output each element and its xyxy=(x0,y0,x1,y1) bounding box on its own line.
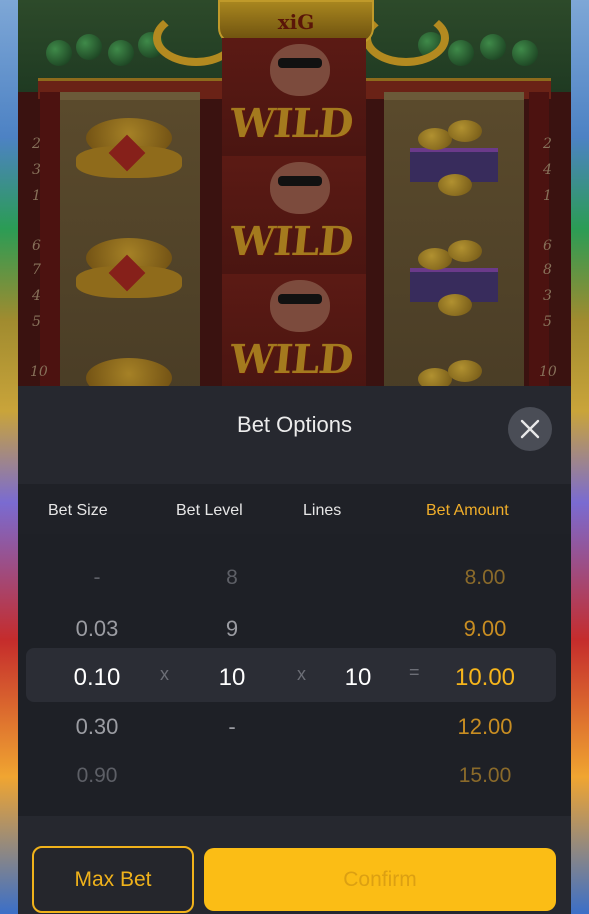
multiply-operator: x xyxy=(297,664,306,684)
bet-level-selected[interactable]: 10 xyxy=(187,664,277,692)
payline-number: 6 xyxy=(32,238,41,254)
bet-level-option[interactable]: 8 xyxy=(187,566,277,590)
reel-middle: WILD WILD WILD xyxy=(222,38,366,386)
wild-label: WILD xyxy=(227,336,355,383)
bet-amount-option[interactable]: 12.00 xyxy=(440,714,530,740)
bet-amount-option[interactable]: 9.00 xyxy=(440,616,530,642)
payline-number: 6 xyxy=(543,238,552,254)
column-header-bet-amount: Bet Amount xyxy=(426,502,509,519)
payline-number: 8 xyxy=(543,262,552,278)
payline-number: 2 xyxy=(543,136,552,152)
payline-number: 4 xyxy=(543,162,552,178)
payline-number: 3 xyxy=(543,288,552,304)
payline-number: 1 xyxy=(32,188,41,204)
payline-number: 1 xyxy=(543,188,552,204)
max-bet-button[interactable]: Max Bet xyxy=(32,846,194,913)
equals-operator: = xyxy=(409,662,420,682)
gold-ingot-icon xyxy=(74,358,184,386)
column-header-bet-size: Bet Size xyxy=(48,502,108,519)
lines-value: 10 xyxy=(344,664,372,691)
wild-label: WILD xyxy=(227,100,355,147)
payline-number: 7 xyxy=(32,262,41,278)
wild-symbol: WILD xyxy=(222,156,366,274)
payline-number: 10 xyxy=(30,364,48,380)
pillar-left xyxy=(40,92,60,386)
bet-amount-option[interactable]: 15.00 xyxy=(440,764,530,788)
bet-amount-selected[interactable]: 10.00 xyxy=(440,664,530,692)
background-strip-left xyxy=(0,0,18,914)
slot-game-board: xiG WILD WILD WILD 2 3 1 6 7 4 5 10 2 4 … xyxy=(18,0,571,386)
bet-amount-option[interactable]: 8.00 xyxy=(440,566,530,590)
bet-size-option[interactable]: 0.90 xyxy=(52,764,142,788)
column-header-bet-level: Bet Level xyxy=(176,502,243,519)
bet-size-option[interactable]: 0.03 xyxy=(52,616,142,642)
coin-chest-icon xyxy=(404,350,504,386)
close-button[interactable] xyxy=(508,407,552,451)
dragon-horn-right xyxy=(363,10,449,66)
payline-number: 10 xyxy=(539,364,557,380)
payline-number: 2 xyxy=(32,136,41,152)
confirm-button[interactable]: Confirm xyxy=(204,848,556,911)
gold-ingot-icon xyxy=(74,238,184,308)
coin-chest-icon xyxy=(404,110,504,196)
panel-title: Bet Options xyxy=(237,412,352,437)
wild-symbol: WILD xyxy=(222,274,366,386)
close-icon xyxy=(520,419,540,439)
wild-label: WILD xyxy=(227,218,355,265)
payline-number: 5 xyxy=(32,314,41,330)
multiply-operator: x xyxy=(160,664,169,684)
bet-level-option[interactable]: - xyxy=(187,714,277,740)
payline-number: 4 xyxy=(32,288,41,304)
coin-chest-icon xyxy=(404,230,504,316)
bet-size-selected[interactable]: 0.10 xyxy=(52,664,142,692)
bet-options-panel: Bet Options Bet Size Bet Level Lines Bet… xyxy=(18,386,571,914)
bet-picker: - 0.03 0.10 0.30 0.90 x 8 9 10 - x 10 = … xyxy=(18,534,571,816)
bet-level-option[interactable]: 9 xyxy=(187,616,277,642)
background-strip-right xyxy=(571,0,589,914)
payline-number: 3 xyxy=(32,162,41,178)
column-header-lines: Lines xyxy=(303,502,342,519)
bet-size-option[interactable]: - xyxy=(52,566,142,590)
panel-footer: Max Bet Confirm xyxy=(18,816,571,914)
reel-right xyxy=(384,92,524,386)
bet-size-option[interactable]: 0.30 xyxy=(52,714,142,740)
game-logo-text: xiG xyxy=(277,10,315,34)
reel-left xyxy=(60,92,200,386)
wild-symbol: WILD xyxy=(222,38,366,156)
gold-ingot-icon xyxy=(74,118,184,188)
payline-number: 5 xyxy=(543,314,552,330)
